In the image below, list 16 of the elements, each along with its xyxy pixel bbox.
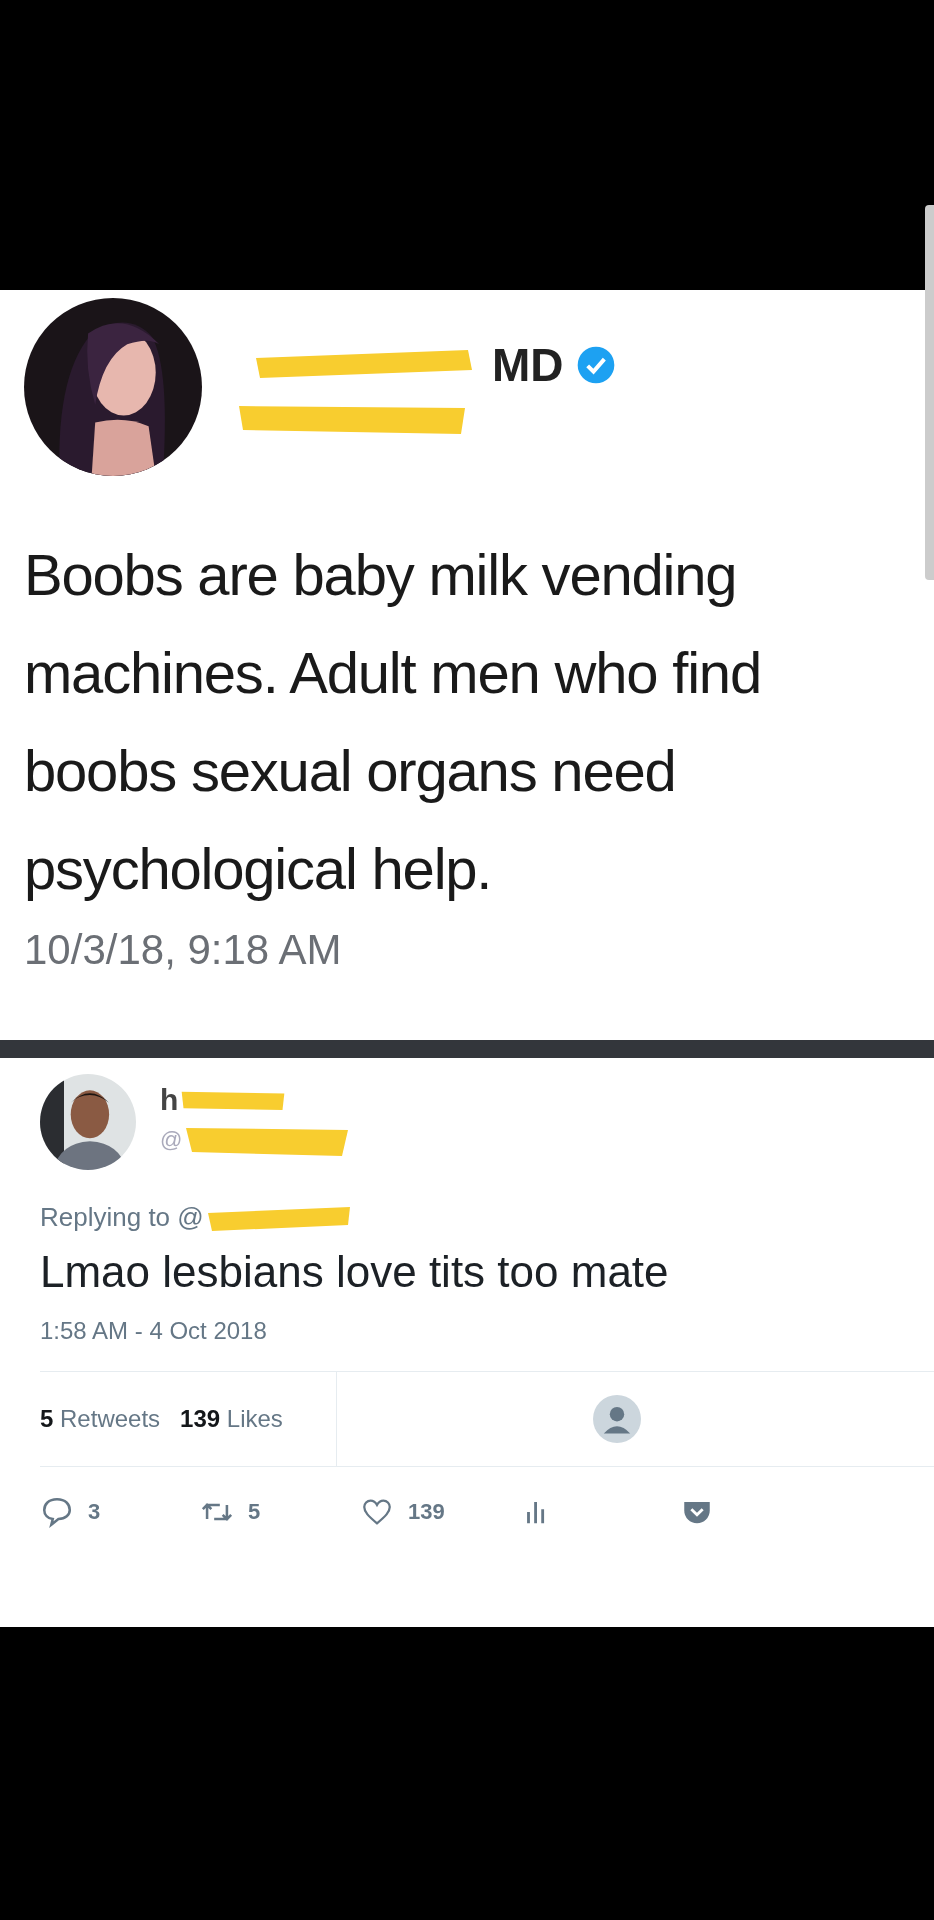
timestamp: 10/3/18, 9:18 AM	[24, 926, 343, 974]
scrollbar[interactable]	[925, 205, 934, 580]
tweet-text: Boobs are baby milk vending machines. Adult men who find boobs sexual organs need psychological help.	[24, 541, 762, 903]
tweet-text: Lmao lesbians love tits too mate	[40, 1247, 670, 1297]
author-handle: @	[160, 1127, 183, 1153]
timestamp: 1:58 AM - 4 Oct 2018	[40, 1317, 268, 1345]
action-count: 3	[88, 1499, 101, 1525]
stat-count[interactable]: 5 Retweets	[40, 1405, 161, 1433]
author-name: MD	[492, 338, 564, 392]
action-count: 5	[248, 1499, 261, 1525]
action-count: 139	[408, 1499, 445, 1525]
user-avatar-icon[interactable]	[593, 1395, 641, 1443]
replying-to-label: Replying to @	[40, 1202, 204, 1233]
stat-count[interactable]: 139 Likes	[180, 1405, 283, 1433]
reply-icon[interactable]	[40, 1495, 74, 1529]
author-name: h	[160, 1083, 179, 1117]
